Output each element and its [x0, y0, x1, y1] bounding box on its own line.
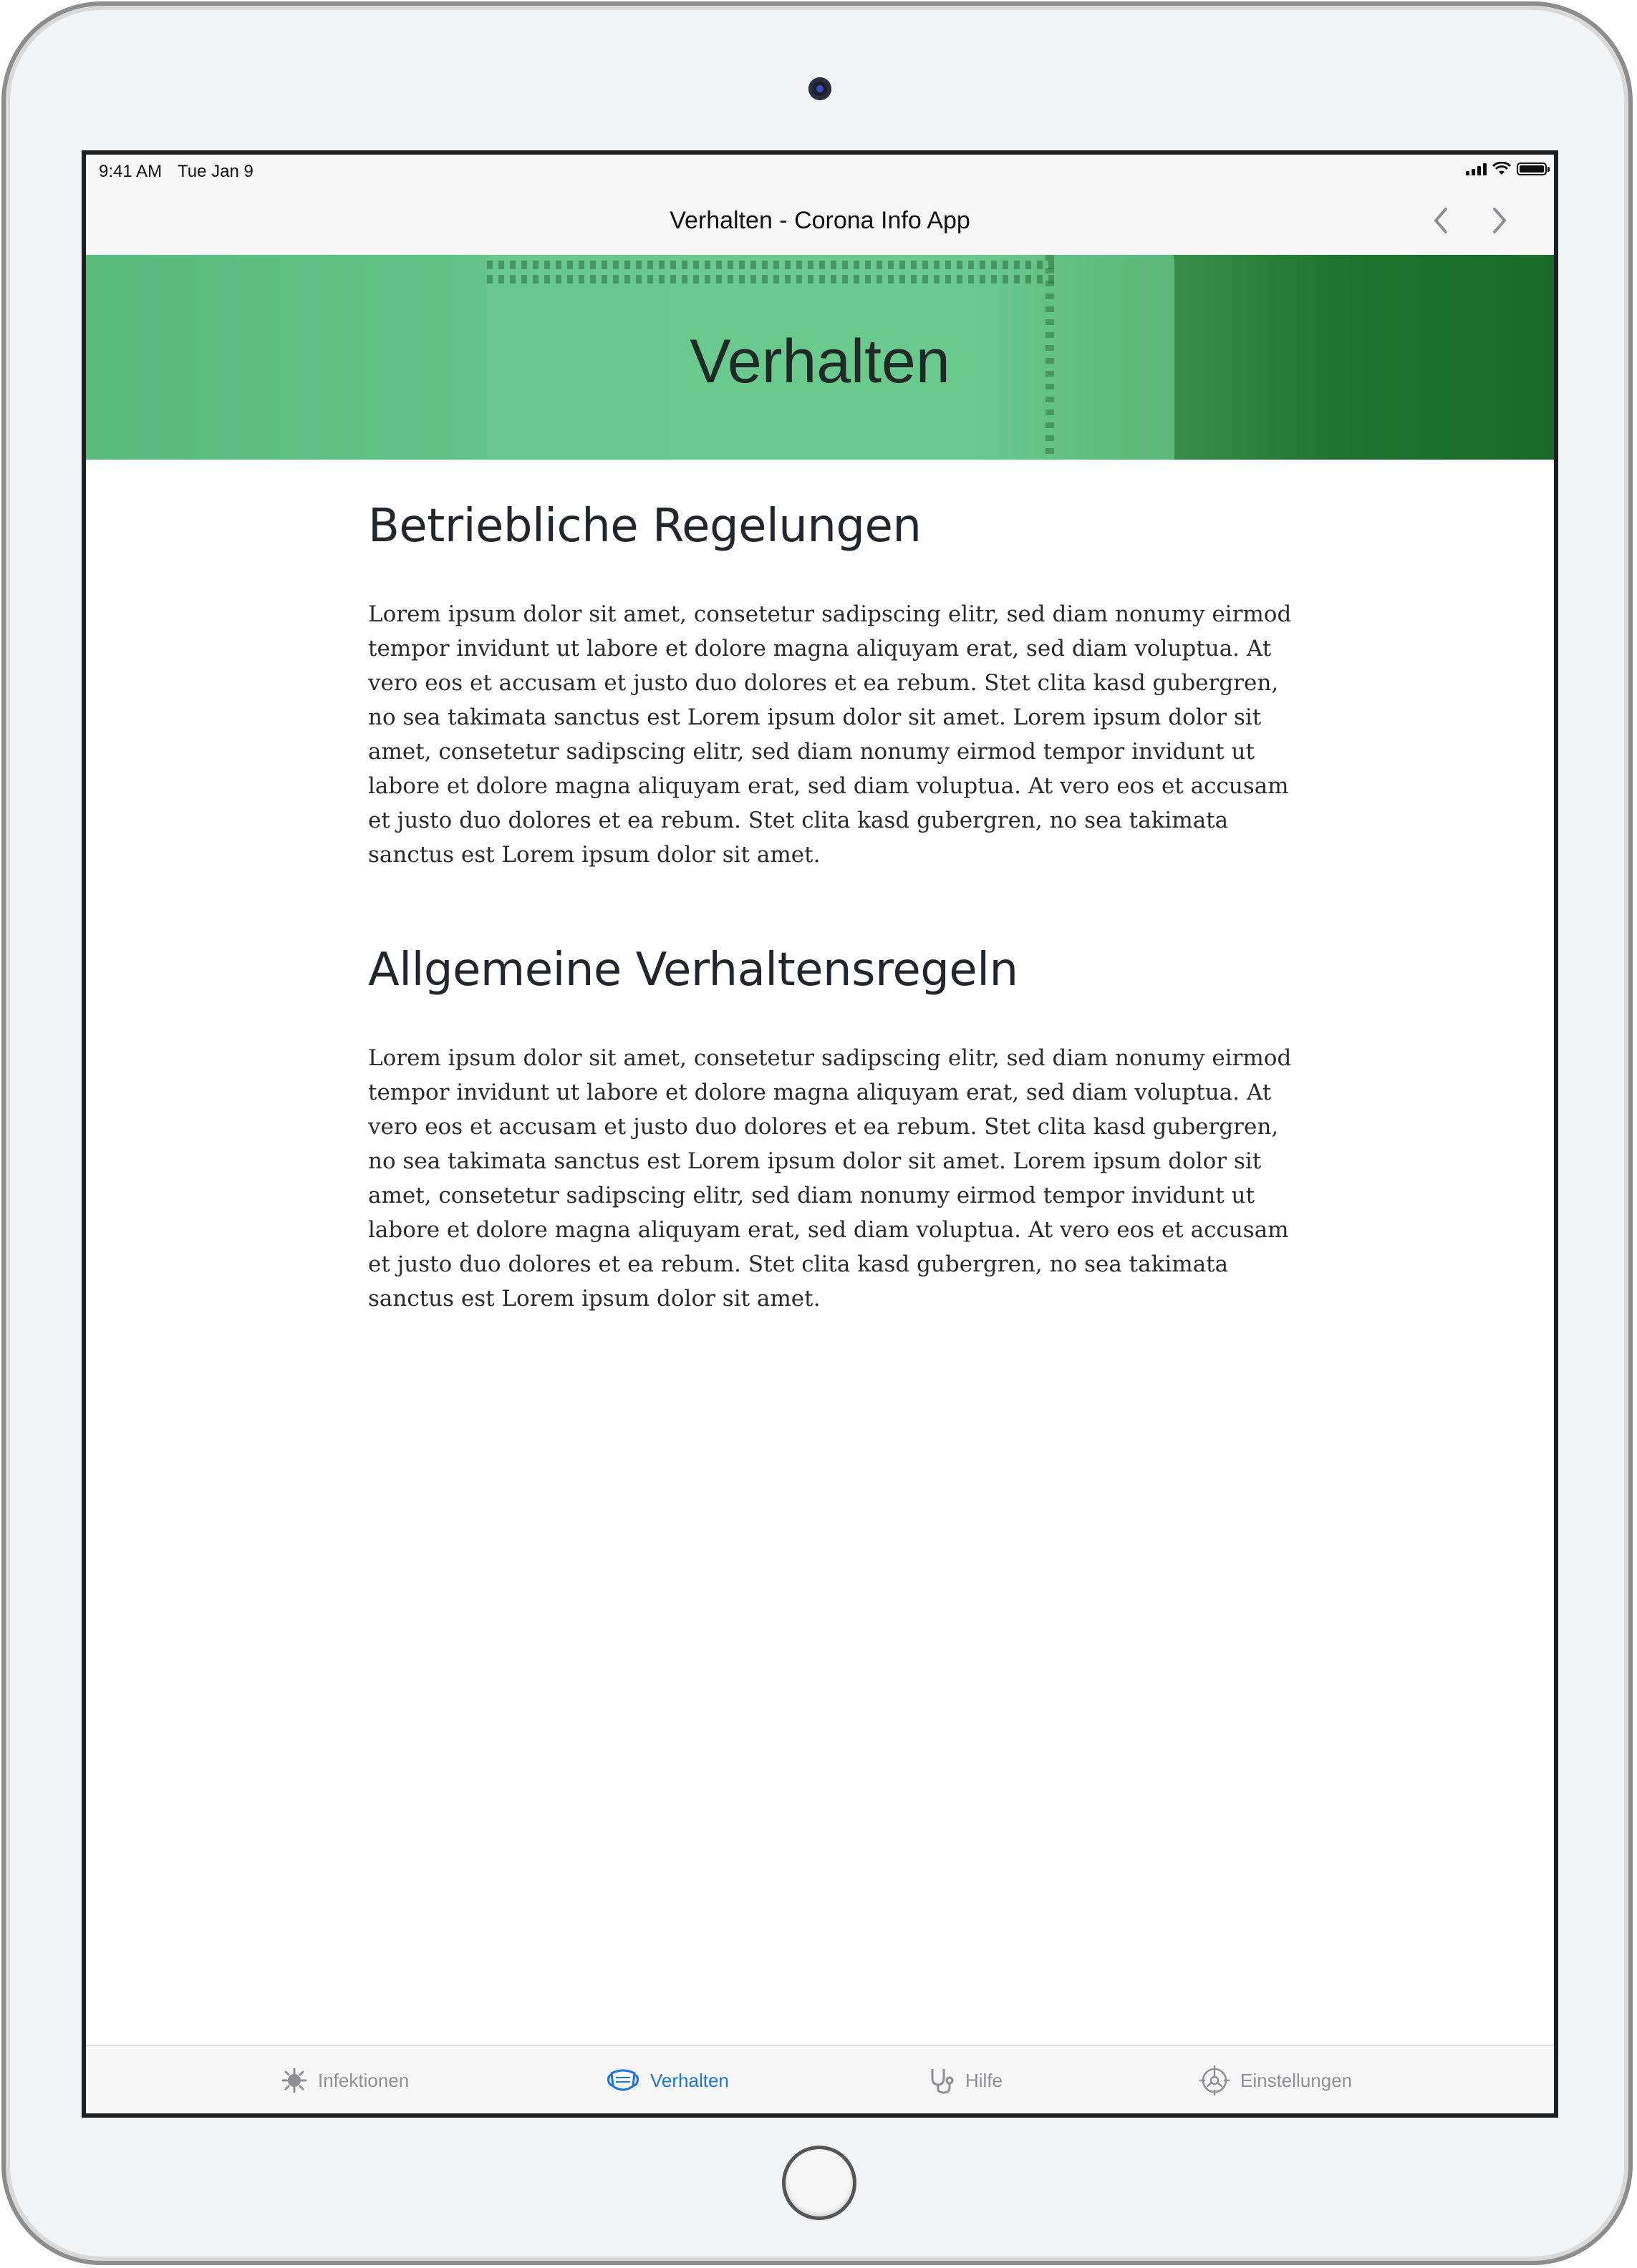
mask-texture	[487, 275, 1060, 284]
tab-label: Einstellungen	[1240, 2069, 1353, 2091]
section-text: Lorem ipsum dolor sit amet, consetetur s…	[368, 1045, 1292, 1312]
ipad-frame: 9:41 AM Tue Jan 9 Verhalten - Corona Inf…	[1, 1, 1633, 2265]
navigation-bar: Verhalten - Corona Info App	[86, 186, 1554, 255]
hero-banner: Verhalten	[86, 255, 1554, 460]
status-time: 9:41 AM	[99, 162, 163, 181]
section-title: Betriebliche Regelungen	[368, 500, 922, 553]
forward-button[interactable]	[1484, 205, 1515, 236]
app-screen: 9:41 AM Tue Jan 9 Verhalten - Corona Inf…	[82, 150, 1558, 2118]
gear-icon	[1199, 2065, 1230, 2096]
front-camera	[808, 77, 831, 100]
tab-bar: Infektionen Verhalten Hilfe Einstellunge…	[86, 2045, 1554, 2113]
tab-label: Hilfe	[965, 2069, 1003, 2091]
section-text: Lorem ipsum dolor sit amet, consetetur s…	[368, 601, 1292, 868]
battery-icon	[1517, 163, 1550, 175]
section-title: Allgemeine Verhaltensregeln	[368, 944, 1018, 997]
hero-title: Verhalten	[690, 327, 950, 396]
back-button[interactable]	[1425, 205, 1457, 236]
tab-einstellungen[interactable]: Einstellungen	[1199, 2046, 1353, 2113]
status-bar: 9:41 AM Tue Jan 9	[86, 155, 1554, 186]
chevron-right-icon	[1493, 208, 1506, 233]
nav-title: Verhalten - Corona Info App	[670, 207, 970, 234]
virus-icon	[281, 2068, 307, 2093]
home-button[interactable]	[782, 2146, 856, 2220]
cellular-signal-icon	[1466, 163, 1487, 175]
stethoscope-icon	[931, 2069, 954, 2094]
tab-hilfe[interactable]: Hilfe	[927, 2046, 1003, 2113]
mask-texture	[487, 261, 1060, 269]
tab-infektionen[interactable]: Infektionen	[281, 2046, 410, 2113]
face-mask-icon	[607, 2069, 639, 2091]
chevron-left-icon	[1434, 208, 1447, 233]
tab-verhalten[interactable]: Verhalten	[606, 2046, 729, 2113]
tab-label: Verhalten	[650, 2069, 729, 2091]
wifi-icon	[1492, 162, 1511, 175]
status-date: Tue Jan 9	[178, 162, 253, 181]
tab-label: Infektionen	[318, 2069, 410, 2091]
status-indicators	[1466, 162, 1550, 176]
